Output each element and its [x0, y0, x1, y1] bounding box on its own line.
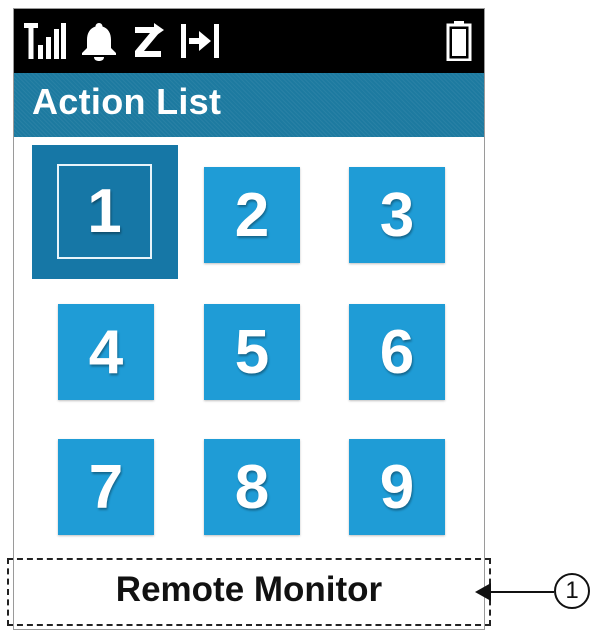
action-tile-9[interactable]: 9 [349, 439, 445, 535]
action-tile-label: 1 [87, 177, 122, 246]
action-grid: 1 2 3 4 5 6 7 8 9 [14, 137, 484, 557]
callout-highlight-box [7, 558, 491, 626]
radio-display: Action List 1 2 3 4 5 6 7 8 9 Remote Mon… [13, 8, 485, 630]
action-tile-4[interactable]: 4 [58, 304, 154, 400]
action-tile-label: 9 [379, 452, 415, 522]
action-tile-3[interactable]: 3 [349, 167, 445, 263]
callout-arrowhead-icon [475, 583, 491, 601]
action-tile-label: 3 [379, 180, 415, 250]
scan-z-icon [135, 23, 164, 57]
signal-strength-icon [24, 23, 66, 59]
action-tile-8[interactable]: 8 [204, 439, 300, 535]
action-tile-label: 8 [234, 452, 270, 522]
action-tile-2[interactable]: 2 [204, 167, 300, 263]
status-bar [14, 9, 484, 73]
action-tile-6[interactable]: 6 [349, 304, 445, 400]
action-tile-label: 7 [88, 452, 124, 522]
selection-focus-frame: 1 [57, 164, 152, 259]
talkaround-icon [181, 24, 219, 58]
battery-icon [446, 21, 472, 61]
action-tile-7[interactable]: 7 [58, 439, 154, 535]
action-tile-label: 4 [88, 317, 124, 387]
page-title: Action List [32, 81, 222, 122]
callout-number-badge: 1 [554, 573, 590, 609]
action-tile-label: 6 [379, 317, 415, 387]
action-tile-label: 2 [234, 180, 270, 250]
action-tile-5[interactable]: 5 [204, 304, 300, 400]
title-bar: Action List [14, 73, 484, 137]
bell-icon [82, 23, 116, 61]
action-tile-label: 5 [234, 317, 270, 387]
action-tile-1[interactable]: 1 [32, 145, 178, 279]
